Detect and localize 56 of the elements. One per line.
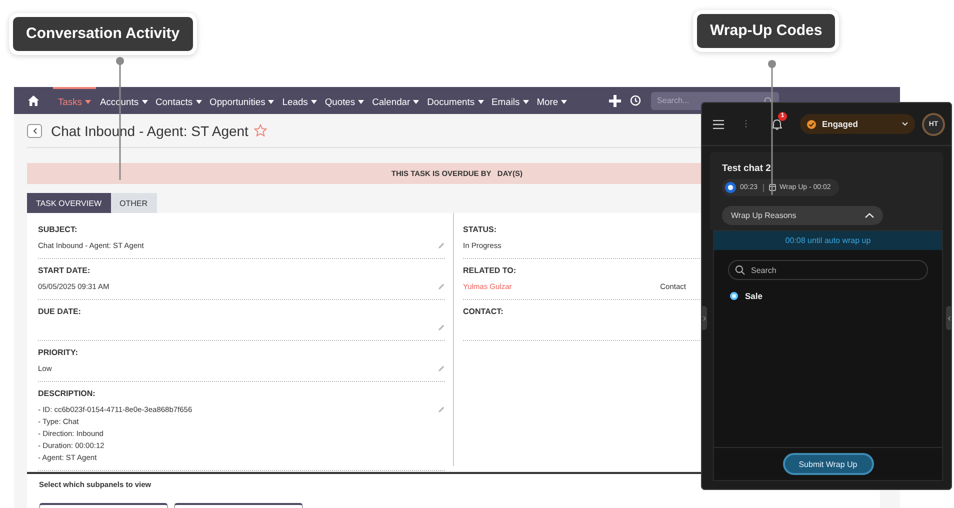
plus-icon[interactable] bbox=[609, 94, 622, 106]
chevron-down-icon bbox=[902, 122, 908, 126]
chevron-left-icon bbox=[948, 316, 950, 320]
option-label[interactable]: Sale bbox=[745, 291, 762, 301]
interaction-title: Test chat 2 bbox=[722, 163, 772, 174]
nav-link[interactable]: Calendar bbox=[368, 87, 424, 114]
field-label: SUBJECT: bbox=[38, 224, 78, 235]
nav-link[interactable]: Opportunities bbox=[206, 87, 278, 114]
caret-icon bbox=[478, 100, 484, 104]
check-circle-icon bbox=[807, 120, 816, 128]
menu-icon[interactable] bbox=[713, 120, 724, 128]
callout-label: Wrap-Up Codes bbox=[697, 14, 836, 48]
callout-label: Conversation Activity bbox=[13, 17, 193, 51]
field-label: STATUS: bbox=[463, 224, 496, 235]
caret-icon bbox=[358, 100, 364, 104]
home-icon[interactable] bbox=[28, 95, 39, 106]
bell-icon[interactable] bbox=[772, 118, 782, 130]
calendar-icon bbox=[768, 184, 776, 191]
caret-icon bbox=[561, 100, 568, 104]
caret-icon bbox=[413, 100, 420, 104]
field-label: DUE DATE: bbox=[38, 306, 81, 317]
nav-link[interactable]: More bbox=[532, 87, 572, 114]
nav-link[interactable]: Contacts bbox=[152, 87, 206, 114]
field-label: START DATE: bbox=[38, 265, 90, 276]
submit-button[interactable]: Submit Wrap Up bbox=[782, 453, 874, 475]
back-button[interactable] bbox=[27, 124, 42, 138]
star-icon[interactable] bbox=[254, 124, 268, 137]
collapse-handle[interactable] bbox=[946, 306, 952, 330]
tab[interactable]: TASK OVERVIEW bbox=[27, 193, 110, 213]
caret-icon bbox=[310, 100, 317, 104]
collapse-handle[interactable] bbox=[701, 306, 707, 330]
history-icon[interactable] bbox=[630, 95, 642, 106]
caret-icon bbox=[142, 100, 148, 104]
caret-icon bbox=[196, 100, 202, 104]
nav-link[interactable]: Accounts bbox=[96, 87, 152, 114]
countdown-text: 00:08 until auto wrap up bbox=[785, 236, 871, 245]
status-dropdown[interactable]: Engaged bbox=[800, 114, 915, 134]
nav-link[interactable]: Emails bbox=[488, 87, 533, 114]
chat-icon bbox=[725, 182, 736, 193]
field-label: PRIORITY: bbox=[38, 347, 78, 358]
search-field[interactable]: Search bbox=[728, 260, 928, 280]
tab[interactable]: OTHER bbox=[110, 193, 156, 213]
radio-button[interactable] bbox=[730, 292, 738, 300]
reasons-dropdown[interactable]: Wrap Up Reasons bbox=[722, 206, 883, 225]
field-label: DESCRIPTION: bbox=[38, 388, 96, 399]
nav-link[interactable]: Quotes bbox=[320, 87, 368, 114]
nav-link[interactable]: Documents bbox=[423, 87, 488, 114]
field-label: RELATED TO: bbox=[463, 265, 516, 276]
chevron-right-icon bbox=[702, 316, 706, 320]
caret-icon bbox=[522, 100, 529, 104]
search-icon bbox=[735, 265, 745, 275]
caret-icon bbox=[268, 100, 274, 104]
field-label: CONTACT: bbox=[463, 306, 504, 317]
caret-icon bbox=[84, 100, 91, 104]
nav-link[interactable]: Leads bbox=[278, 87, 321, 114]
chevron-icon bbox=[32, 128, 36, 134]
